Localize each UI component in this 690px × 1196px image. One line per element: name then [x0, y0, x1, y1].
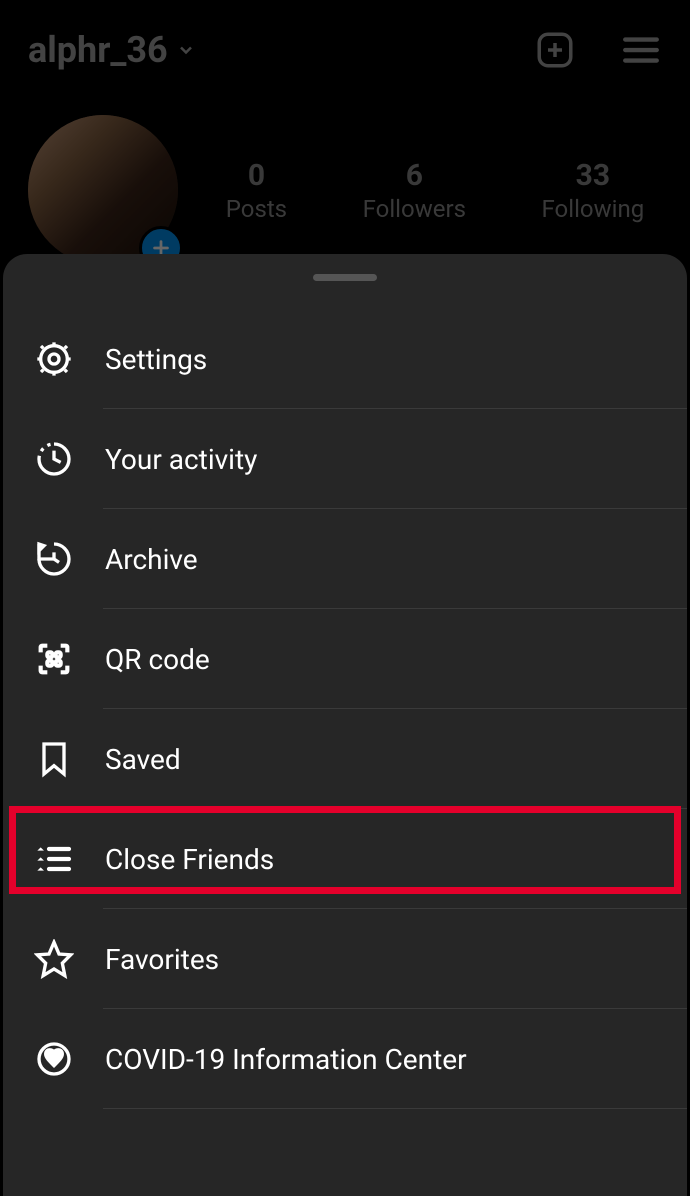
covid-heart-icon [33, 1038, 75, 1080]
bottom-sheet-menu: Settings Your activity Archive [3, 254, 687, 1196]
sheet-drag-handle[interactable] [313, 274, 377, 281]
menu-label: Your activity [105, 443, 657, 476]
close-friends-icon [33, 838, 75, 880]
menu-item-close-friends[interactable]: Close Friends [3, 809, 687, 909]
menu-label: Archive [105, 543, 657, 576]
menu-label: Settings [105, 343, 657, 376]
gear-icon [33, 338, 75, 380]
qr-code-icon [33, 638, 75, 680]
menu-item-saved[interactable]: Saved [3, 709, 687, 809]
bookmark-icon [33, 738, 75, 780]
activity-icon [33, 438, 75, 480]
menu-label: QR code [105, 643, 657, 676]
menu-item-archive[interactable]: Archive [3, 509, 687, 609]
menu-item-your-activity[interactable]: Your activity [3, 409, 687, 509]
menu-item-favorites[interactable]: Favorites [3, 909, 687, 1009]
menu-item-covid-info[interactable]: COVID-19 Information Center [3, 1009, 687, 1109]
menu-item-settings[interactable]: Settings [3, 309, 687, 409]
archive-icon [33, 538, 75, 580]
menu-label: COVID-19 Information Center [105, 1043, 657, 1076]
star-icon [33, 938, 75, 980]
divider [103, 1108, 687, 1109]
menu-label: Favorites [105, 943, 657, 976]
menu-label: Saved [105, 743, 657, 776]
menu-label: Close Friends [105, 843, 657, 876]
menu-item-qr-code[interactable]: QR code [3, 609, 687, 709]
